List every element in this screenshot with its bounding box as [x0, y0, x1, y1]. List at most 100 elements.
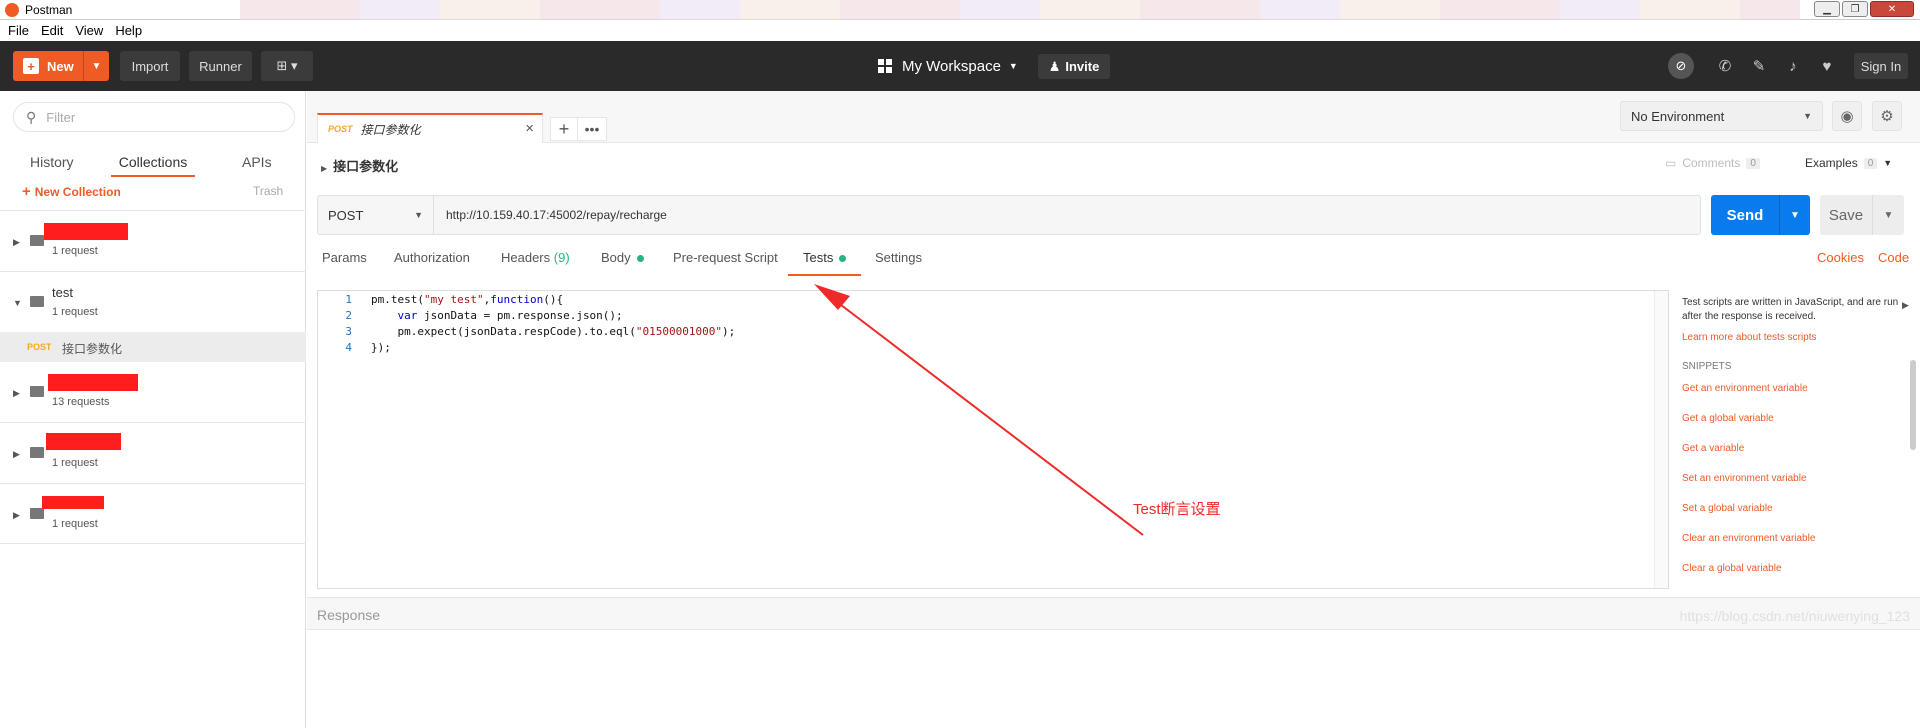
folder-icon [30, 447, 44, 458]
url-input[interactable]: http://10.159.40.17:45002/repay/recharge [446, 208, 667, 222]
chevron-right-icon[interactable]: ▶ [13, 449, 20, 460]
tab-pre-request-script[interactable]: Pre-request Script [673, 250, 778, 265]
request-tab[interactable]: POST 接口参数化 × [317, 113, 543, 143]
snippet-link[interactable]: Get a variable [1682, 443, 1744, 454]
redaction-mark [44, 223, 128, 240]
breadcrumb-name: 接口参数化 [333, 159, 399, 174]
ellipsis-icon: ••• [584, 121, 600, 137]
chevron-right-icon[interactable]: ▶ [13, 388, 20, 399]
method-value: POST [328, 207, 364, 223]
tab-history[interactable]: History [30, 143, 74, 170]
trash-link[interactable]: Trash [253, 184, 283, 198]
learn-more-link[interactable]: Learn more about tests scripts [1682, 332, 1817, 343]
collapse-panel-chevron-icon[interactable]: ▶ [1902, 300, 1909, 311]
comments-button[interactable]: ▭ Comments 0 [1665, 156, 1760, 170]
runner-button[interactable]: Runner [189, 51, 252, 81]
save-button[interactable]: Save ▼ [1820, 195, 1904, 235]
tab-headers[interactable]: Headers (9) [501, 250, 570, 265]
watermark-text: https://blog.csdn.net/niuwenying_123 [1679, 608, 1910, 624]
minimize-button[interactable]: ▁ [1814, 1, 1840, 17]
editor-scrollbar[interactable] [1654, 291, 1668, 588]
request-count: 1 request [52, 518, 98, 530]
annotation-label: Test断言设置 [1133, 501, 1221, 518]
sync-icon[interactable]: ⊘ [1668, 53, 1694, 79]
title-bar: Postman ▁ ❐ ✕ [0, 0, 1920, 20]
snippets-scrollbar[interactable] [1910, 360, 1916, 450]
workspace-label: My Workspace [902, 57, 1001, 75]
tab-collections[interactable]: Collections [111, 143, 195, 177]
snippet-link[interactable]: Get an environment variable [1682, 383, 1808, 394]
test-script-editor[interactable]: 1 2 3 4 pm.test("my test",function(){ va… [317, 290, 1669, 589]
method-select[interactable]: POST ▼ [318, 196, 434, 234]
request-list-item[interactable]: POST 接口参数化 [0, 332, 306, 362]
menu-file[interactable]: File [8, 23, 29, 38]
request-count: 13 requests [52, 396, 110, 408]
tab-authorization[interactable]: Authorization [394, 250, 470, 265]
tab-tests[interactable]: Tests [803, 250, 847, 265]
snippet-link[interactable]: Set a global variable [1682, 503, 1773, 514]
snippet-link[interactable]: Clear an environment variable [1682, 533, 1815, 544]
snippet-link[interactable]: Get a global variable [1682, 413, 1774, 424]
examples-label: Examples [1805, 156, 1858, 170]
more-tabs-button[interactable]: ••• [577, 117, 607, 141]
collection-item[interactable]: ▼ test 1 request [0, 272, 306, 332]
send-options-chevron-icon[interactable]: ▼ [1779, 195, 1810, 235]
url-bar: POST ▼ http://10.159.40.17:45002/repay/r… [317, 195, 1701, 235]
invite-button[interactable]: ♟ Invite [1038, 54, 1110, 79]
window-title: Postman [25, 2, 73, 17]
manage-environments-button[interactable]: ⚙ [1872, 101, 1902, 131]
new-window-button[interactable]: ⊞ ▾ [261, 51, 313, 81]
chevron-down-icon[interactable]: ▼ [13, 298, 22, 308]
bell-icon[interactable]: ♪ [1776, 58, 1810, 75]
gear-icon: ⚙ [1880, 108, 1894, 125]
menu-view[interactable]: View [75, 23, 103, 38]
save-options-chevron-icon[interactable]: ▼ [1872, 195, 1904, 235]
new-dropdown-chevron-icon[interactable]: ▼ [83, 51, 109, 81]
chevron-down-icon: ▼ [414, 210, 423, 220]
collection-item[interactable]: ▶ 13 requests [0, 362, 306, 422]
heart-icon[interactable]: ♥ [1810, 58, 1844, 75]
folder-icon [30, 235, 44, 246]
send-button[interactable]: Send ▼ [1711, 195, 1810, 235]
close-icon[interactable]: × [525, 120, 534, 137]
code-line: pm.expect(jsonData.respCode).to.eql("015… [371, 325, 735, 338]
new-collection-button[interactable]: + New Collection [22, 183, 121, 200]
sign-in-button[interactable]: Sign In [1854, 53, 1908, 79]
tab-settings[interactable]: Settings [875, 250, 922, 265]
filter-input[interactable]: ⚲ Filter [13, 102, 295, 132]
add-tab-button[interactable]: + [550, 117, 578, 141]
menu-help[interactable]: Help [115, 23, 142, 38]
wrench-icon[interactable]: ✎ [1742, 57, 1776, 75]
collection-item[interactable]: ▶ 1 request [0, 423, 306, 483]
collection-item[interactable]: ▶ 1 request [0, 484, 306, 544]
tab-params[interactable]: Params [322, 250, 367, 265]
chevron-right-icon[interactable]: ▶ [13, 237, 20, 248]
response-label: Response [317, 607, 381, 623]
close-window-button[interactable]: ✕ [1870, 1, 1914, 17]
tab-body[interactable]: Body [601, 250, 644, 265]
chevron-right-icon[interactable]: ▶ [13, 510, 20, 521]
menu-edit[interactable]: Edit [41, 23, 63, 38]
folder-icon [30, 386, 44, 397]
plus-icon: + [558, 118, 570, 139]
environment-quick-look-button[interactable]: ◉ [1832, 101, 1862, 131]
snippet-link[interactable]: Clear a global variable [1682, 563, 1782, 574]
tab-apis[interactable]: APIs [242, 143, 272, 170]
breadcrumb[interactable]: ▶ 接口参数化 [321, 156, 398, 175]
maximize-button[interactable]: ❐ [1842, 1, 1868, 17]
tab-tests-label: Tests [803, 250, 834, 265]
filter-placeholder: Filter [46, 109, 76, 125]
satellite-icon[interactable]: ✆ [1708, 57, 1742, 75]
import-button[interactable]: Import [120, 51, 180, 81]
workspace-selector[interactable]: My Workspace ▼ [878, 51, 1018, 81]
new-button[interactable]: + New ▼ [13, 51, 109, 81]
environment-select[interactable]: No Environment ▼ [1620, 101, 1823, 131]
response-section[interactable]: Response [307, 597, 1920, 630]
redaction-mark [48, 374, 138, 391]
collection-item[interactable]: ▶ 1 request [0, 211, 306, 271]
examples-button[interactable]: Examples 0 ▼ [1805, 156, 1892, 170]
code-link[interactable]: Code [1878, 250, 1909, 265]
snippet-link[interactable]: Set an environment variable [1682, 473, 1807, 484]
cookies-link[interactable]: Cookies [1817, 250, 1864, 265]
